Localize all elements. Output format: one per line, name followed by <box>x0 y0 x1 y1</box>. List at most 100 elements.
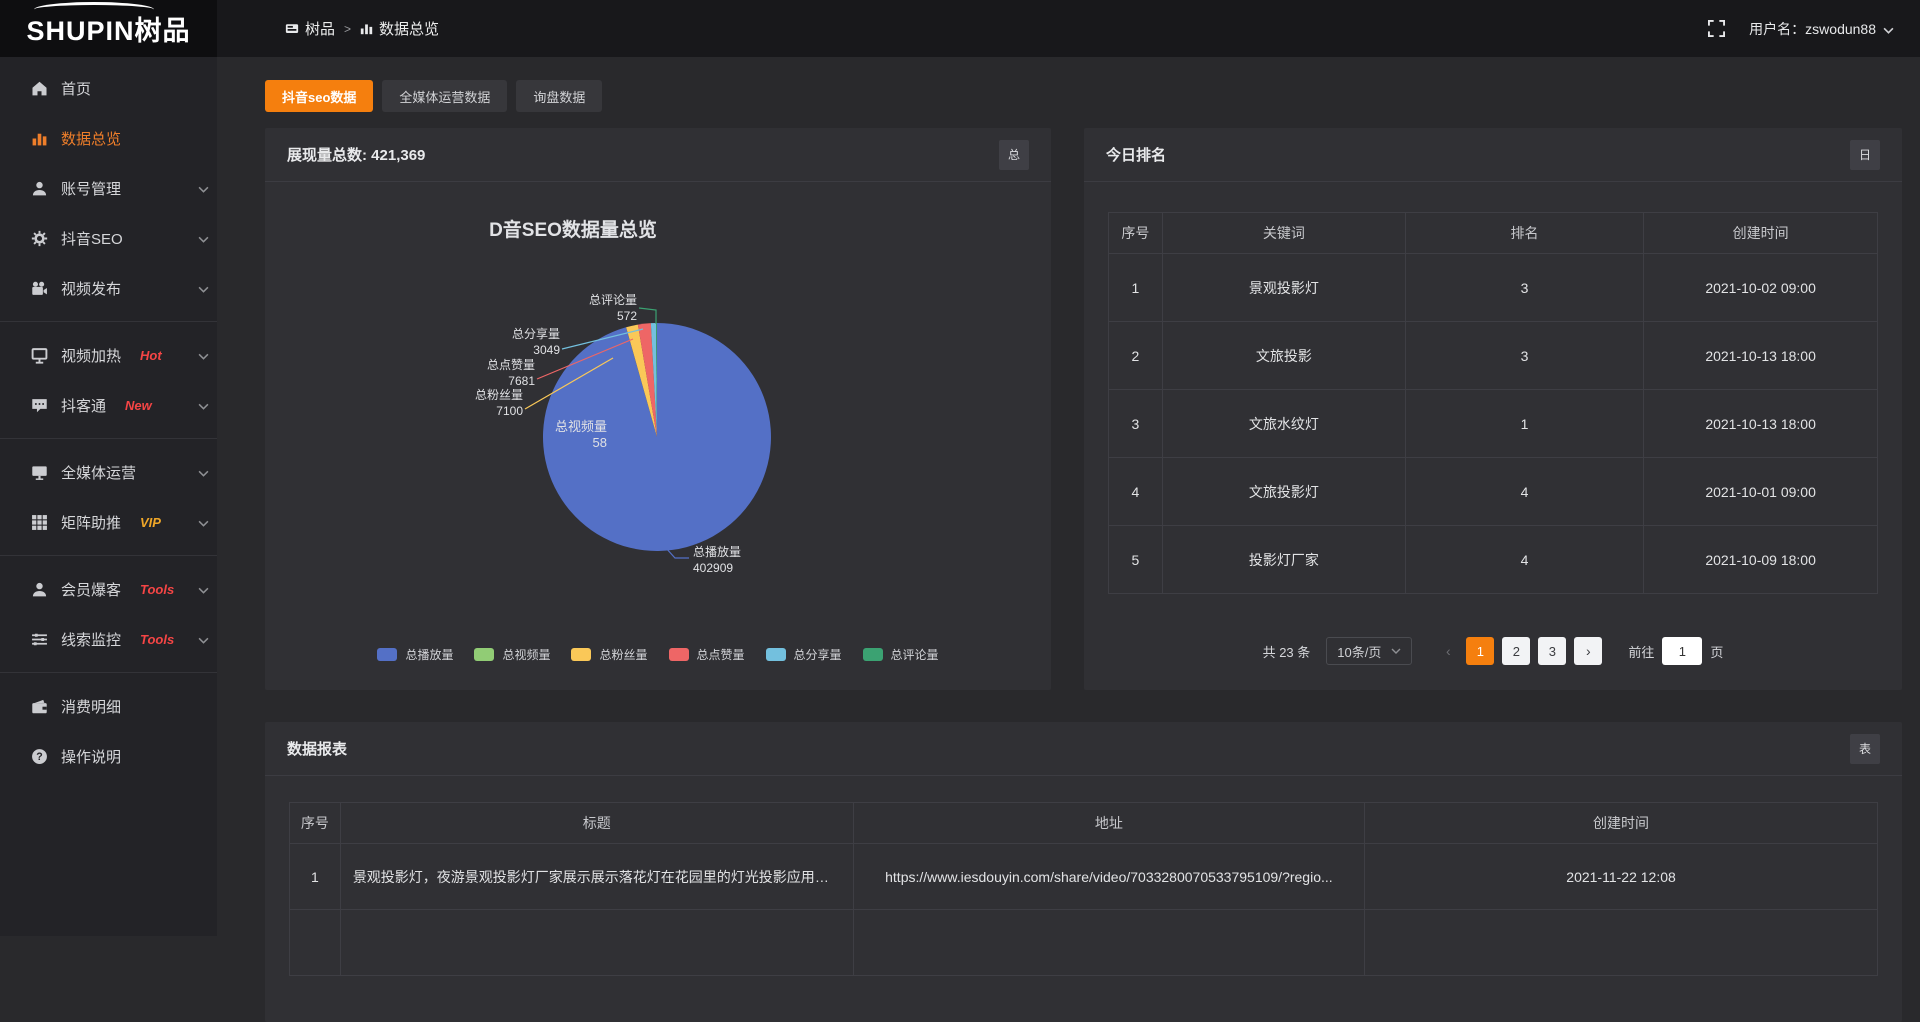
user-menu[interactable]: 用户名：zswodun88 <box>1749 19 1894 39</box>
breadcrumb-current[interactable]: 数据总览 <box>360 18 439 39</box>
gear-icon <box>31 230 48 247</box>
table-cell <box>340 910 853 976</box>
sidebar-divider <box>0 438 217 439</box>
sidebar-item-video-heat[interactable]: 视频加热 Hot <box>0 330 217 380</box>
home-icon <box>31 80 48 97</box>
pie-label-fans: 总粉丝量7100 <box>443 387 523 419</box>
prev-page-button[interactable]: ‹ <box>1438 643 1458 659</box>
screen-icon <box>31 347 48 364</box>
table-cell: 文旅投影 <box>1162 322 1405 390</box>
sidebar-item-member-baoke[interactable]: 会员爆客 Tools <box>0 564 217 614</box>
sidebar-divider <box>0 321 217 322</box>
legend-item-comments[interactable]: 总评论量 <box>863 646 939 663</box>
video-url-link[interactable]: https://www.iesdouyin.com/share/video/70… <box>853 844 1364 910</box>
sidebar-item-home[interactable]: 首页 <box>0 63 217 113</box>
goto-page-input[interactable] <box>1662 637 1702 665</box>
breadcrumb: 树品 > 数据总览 <box>285 0 439 57</box>
column-header: 关键词 <box>1162 213 1405 254</box>
table-cell <box>1365 910 1878 976</box>
table-cell: 2021-11-22 12:08 <box>1365 844 1878 910</box>
pie-label-shares: 总分享量3049 <box>480 326 560 358</box>
user-icon <box>31 180 48 197</box>
legend-swatch <box>474 648 494 661</box>
pie-label-likes: 总点赞量7681 <box>455 357 535 389</box>
chart-legend: 总播放量 总视频量 总粉丝量 总点赞量 总分享量 总评论量 <box>265 646 1051 663</box>
logo: SHUPIN树品 <box>0 0 217 57</box>
sidebar-item-douyin-seo[interactable]: 抖音SEO <box>0 213 217 263</box>
bar-chart-icon <box>31 130 48 147</box>
sidebar-item-lead-monitor[interactable]: 线索监控 Tools <box>0 614 217 664</box>
table-row: 1 景观投影灯，夜游景观投影灯厂家展示展示落花灯在花园里的灯光投影应用效果 # … <box>290 844 1878 910</box>
question-icon: ? <box>31 748 48 765</box>
sidebar-item-data-overview[interactable]: 数据总览 <box>0 113 217 163</box>
sidebar-item-matrix-boost[interactable]: 矩阵助推 VIP <box>0 497 217 547</box>
sidebar-item-doukertong[interactable]: 抖客通 New <box>0 380 217 430</box>
sidebar-item-account[interactable]: 账号管理 <box>0 163 217 213</box>
ranking-table: 序号 关键词 排名 创建时间 1 景观投影灯 3 2021-10-02 09:0… <box>1108 212 1878 594</box>
fullscreen-icon[interactable] <box>1708 20 1725 37</box>
table-cell: 3 <box>1405 254 1643 322</box>
pie-chart: D音SEO数据量总览 总评论量572 <box>265 182 1051 689</box>
table-cell: 4 <box>1109 458 1163 526</box>
tab-douyin-seo-data[interactable]: 抖音seo数据 <box>265 80 373 112</box>
chevron-down-icon <box>198 180 209 197</box>
svg-text:?: ? <box>36 751 42 763</box>
chevron-down-icon <box>1391 648 1401 654</box>
page-button-2[interactable]: 2 <box>1502 637 1530 665</box>
dashboard-icon <box>285 22 299 36</box>
report-panel-title: 数据报表 <box>287 738 347 759</box>
column-header: 序号 <box>290 803 341 844</box>
sidebar-item-label: 首页 <box>61 78 91 99</box>
table-cell <box>853 910 1364 976</box>
sidebar-item-label: 抖客通 <box>61 395 106 416</box>
sidebar-item-label: 全媒体运营 <box>61 462 136 483</box>
legend-item-plays[interactable]: 总播放量 <box>377 646 453 663</box>
page-size-value: 10条/页 <box>1337 642 1381 661</box>
sidebar: 首页 数据总览 账号管理 抖音SEO 视频发布 视频加热 Hot 抖客通 New… <box>0 57 217 936</box>
table-mode-button[interactable]: 表 <box>1850 734 1880 764</box>
sidebar-divider <box>0 672 217 673</box>
column-header: 标题 <box>340 803 853 844</box>
legend-swatch <box>377 648 397 661</box>
sidebar-item-help[interactable]: ? 操作说明 <box>0 731 217 781</box>
sidebar-item-video-publish[interactable]: 视频发布 <box>0 263 217 313</box>
sidebar-item-spend-detail[interactable]: 消费明细 <box>0 681 217 731</box>
sidebar-item-label: 抖音SEO <box>61 228 123 249</box>
tools-badge: Tools <box>140 582 174 597</box>
page-button-3[interactable]: 3 <box>1538 637 1566 665</box>
tab-omnimedia-data[interactable]: 全媒体运营数据 <box>382 80 507 112</box>
page-button-1[interactable]: 1 <box>1466 637 1494 665</box>
day-mode-button[interactable]: 日 <box>1850 140 1880 170</box>
pie-label-videos: 总视频量58 <box>527 419 607 451</box>
page-size-select[interactable]: 10条/页 <box>1326 637 1412 665</box>
logo-text: SHUPIN树品 <box>26 9 190 48</box>
tab-inquiry-data[interactable]: 询盘数据 <box>516 80 602 112</box>
sidebar-divider <box>0 555 217 556</box>
legend-item-fans[interactable]: 总粉丝量 <box>571 646 647 663</box>
legend-item-shares[interactable]: 总分享量 <box>766 646 842 663</box>
goto-label: 前往 <box>1628 642 1654 661</box>
sidebar-item-label: 操作说明 <box>61 746 121 767</box>
chevron-down-icon <box>198 464 209 481</box>
table-header-row: 序号 关键词 排名 创建时间 <box>1109 213 1878 254</box>
sidebar-item-label: 账号管理 <box>61 178 121 199</box>
table-cell: 2021-10-13 18:00 <box>1644 322 1878 390</box>
next-page-button[interactable]: › <box>1574 637 1602 665</box>
table-cell: 2021-10-01 09:00 <box>1644 458 1878 526</box>
table-row <box>290 910 1878 976</box>
sidebar-item-omnimedia[interactable]: 全媒体运营 <box>0 447 217 497</box>
chevron-down-icon <box>198 397 209 414</box>
breadcrumb-root[interactable]: 树品 <box>285 18 335 39</box>
goto-suffix: 页 <box>1710 642 1723 661</box>
sidebar-item-label: 视频发布 <box>61 278 121 299</box>
bar-chart-icon <box>360 22 373 35</box>
tools-badge: Tools <box>140 632 174 647</box>
legend-item-videos[interactable]: 总视频量 <box>474 646 550 663</box>
report-table: 序号 标题 地址 创建时间 1 景观投影灯，夜游景观投影灯厂家展示展示落花灯在花… <box>289 802 1878 976</box>
total-mode-button[interactable]: 总 <box>999 140 1029 170</box>
new-badge: New <box>125 398 152 413</box>
table-cell: 2021-10-09 18:00 <box>1644 526 1878 594</box>
sidebar-item-label: 消费明细 <box>61 696 121 717</box>
legend-item-likes[interactable]: 总点赞量 <box>669 646 745 663</box>
hot-badge: Hot <box>140 348 162 363</box>
